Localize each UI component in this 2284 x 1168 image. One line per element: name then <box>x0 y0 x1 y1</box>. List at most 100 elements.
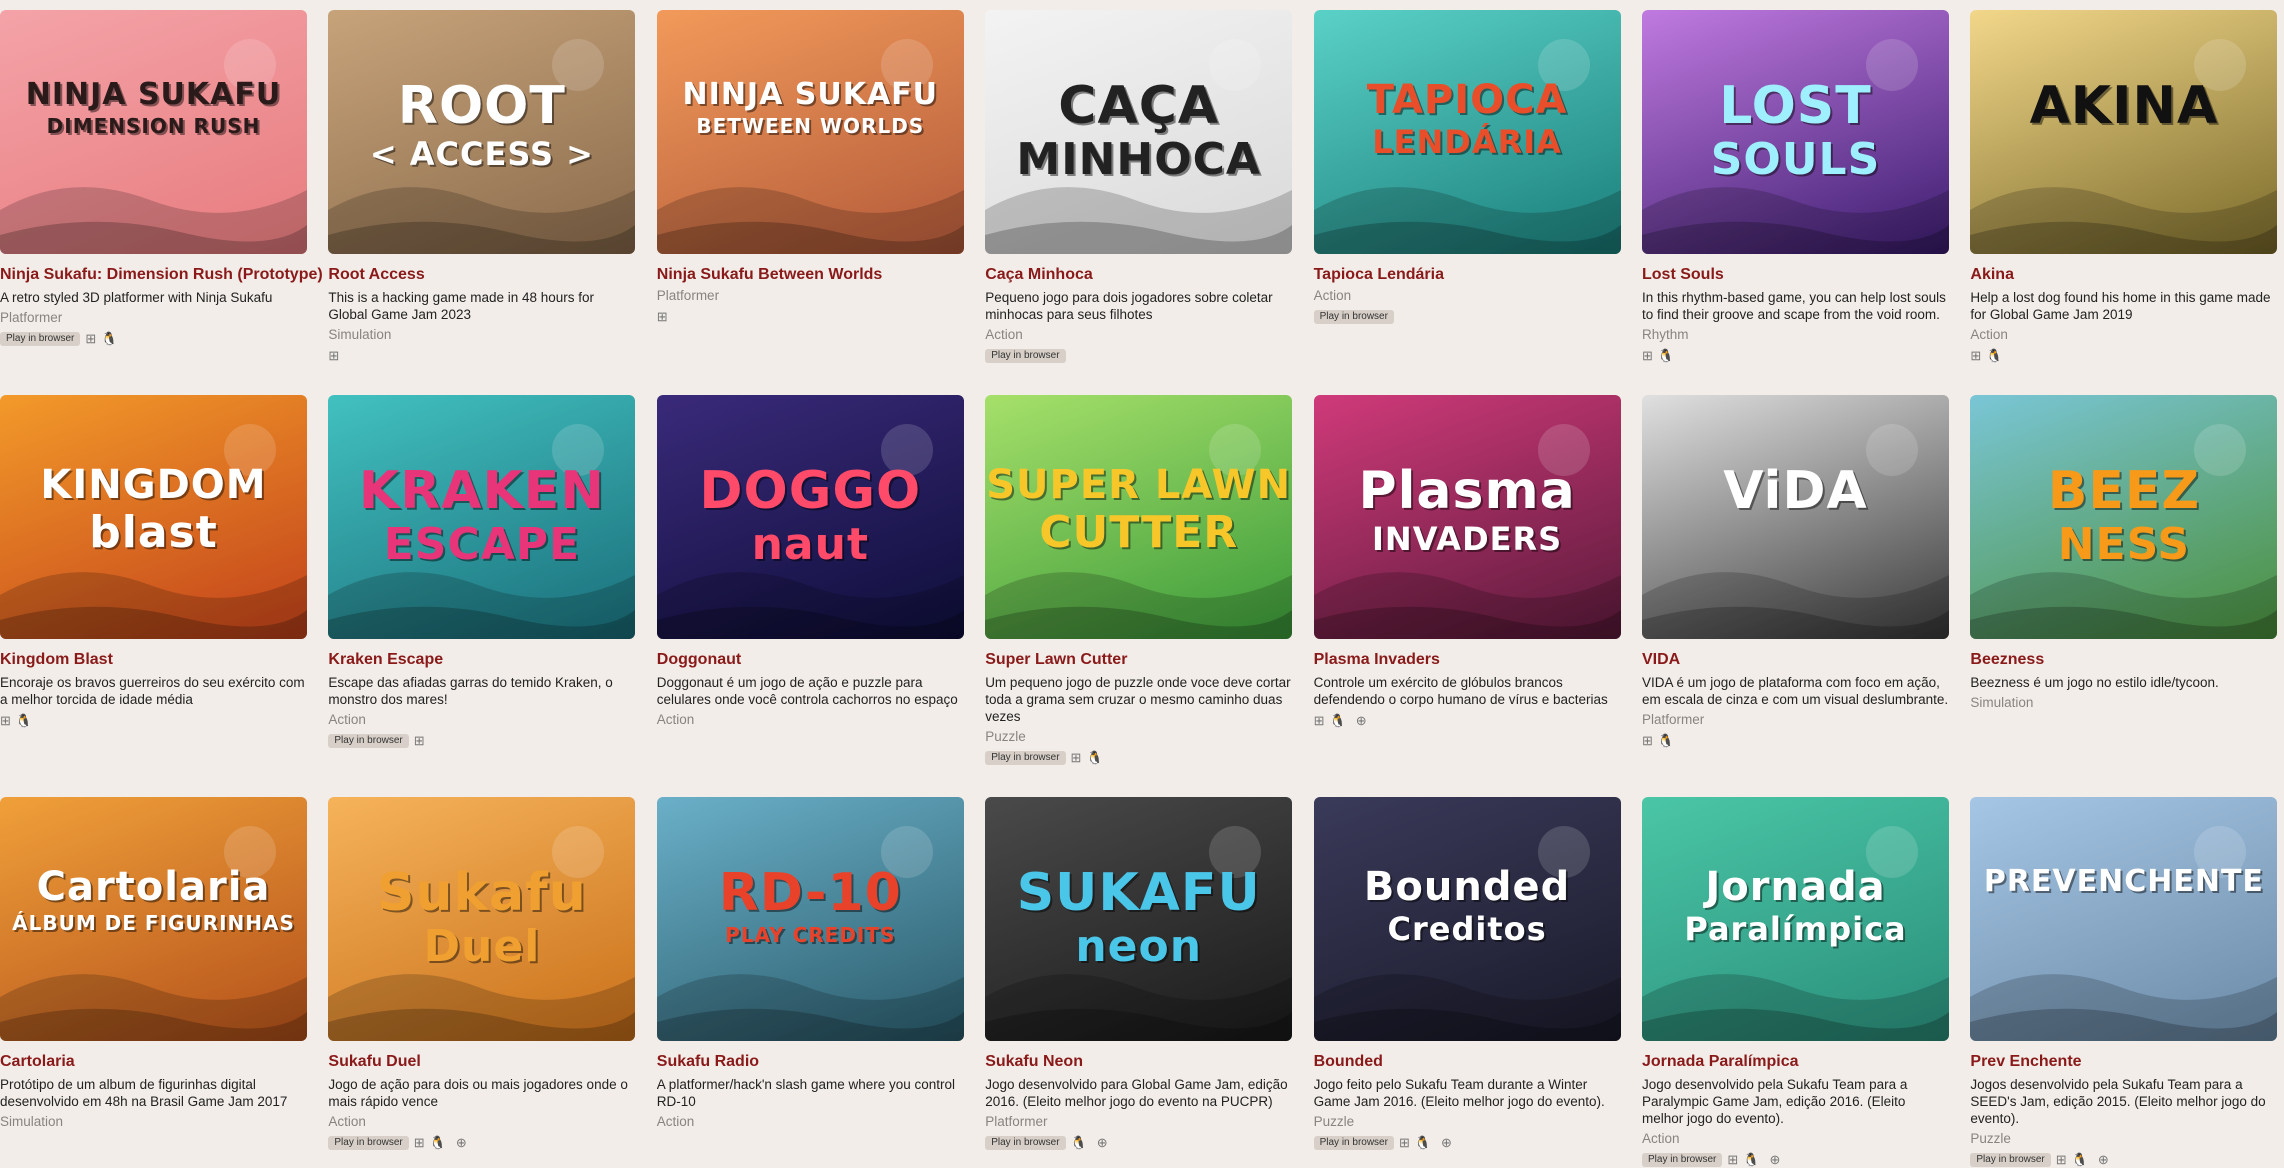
game-card[interactable]: Sukafu Duel Sukafu Duel Jogo de ação para d… <box>328 797 636 1151</box>
play-in-browser-badge[interactable]: Play in browser <box>328 734 409 748</box>
game-thumbnail[interactable]: ViDA <box>1642 395 1949 639</box>
cover-title-line-2: SOULS <box>1710 134 1881 185</box>
game-thumbnail[interactable]: KINGDOM blast <box>0 395 307 639</box>
game-description: Protótipo de um album de figurinhas digi… <box>0 1077 288 1109</box>
cover-title-line-2: BETWEEN WORLDS <box>696 114 925 138</box>
game-thumbnail[interactable]: Cartolaria ÁLBUM DE FIGURINHAS <box>0 797 307 1041</box>
game-thumbnail[interactable]: Plasma INVADERS <box>1313 395 1621 639</box>
game-thumbnail[interactable]: DOGGO naut <box>656 395 964 639</box>
game-thumbnail[interactable]: RD-10 PLAY CREDITS <box>656 797 964 1041</box>
game-thumbnail[interactable]: LOST SOULS <box>1642 10 1949 254</box>
game-genre: Action <box>328 1114 366 1129</box>
game-description: Doggonaut é um jogo de ação e puzzle par… <box>656 675 958 707</box>
game-card[interactable]: RD-10 PLAY CREDITS Sukafu Radio A platforme… <box>656 797 964 1130</box>
game-thumbnail[interactable]: NINJA SUKAFU BETWEEN WORLDS <box>656 10 964 254</box>
game-card[interactable]: Bounded Creditos Bounded Jogo feito pelo Su… <box>1313 797 1621 1151</box>
game-title-link[interactable]: Plasma Invaders <box>1314 651 1621 669</box>
platform-row: ⊞ <box>657 309 964 325</box>
play-in-browser-badge[interactable]: Play in browser <box>0 332 81 346</box>
game-card[interactable]: ViDA VIDA VIDA é um jogo de plataforma com… <box>1642 395 1949 749</box>
game-title-link[interactable]: VIDA <box>1642 651 1949 669</box>
game-thumbnail[interactable]: KRAKEN ESCAPE <box>328 395 636 639</box>
game-thumbnail[interactable]: Bounded Creditos <box>1313 797 1621 1041</box>
play-in-browser-badge[interactable]: Play in browser <box>1313 310 1394 324</box>
game-card[interactable]: Jornada Paralímpica Jornada Paralímpica Jog… <box>1642 797 1949 1168</box>
cover-title-line-1: LOST <box>1719 76 1872 136</box>
game-thumbnail[interactable]: BEEZ NESS <box>1970 395 2278 639</box>
windows-icon: ⊞ <box>413 1135 425 1150</box>
play-in-browser-badge[interactable]: Play in browser <box>1313 1136 1394 1150</box>
platform-row: Play in browser ⊞ 🐧 ⊕ <box>1313 1135 1621 1151</box>
game-card[interactable]: DOGGO naut Doggonaut Doggonaut é um jogo de… <box>656 395 964 728</box>
game-genre: Action <box>985 327 1023 342</box>
game-genre: Puzzle <box>985 729 1026 744</box>
game-thumbnail[interactable]: SUPER LAWN CUTTER <box>985 395 1293 639</box>
game-thumbnail[interactable]: Jornada Paralímpica <box>1642 797 1949 1041</box>
game-thumbnail[interactable]: SUKAFU neon <box>985 797 1293 1041</box>
cover-title-line-2: PLAY CREDITS <box>725 923 896 947</box>
game-thumbnail[interactable]: ROOT < ACCESS > <box>328 10 636 254</box>
game-thumbnail[interactable]: CAÇA MINHOCA <box>985 10 1293 254</box>
game-card[interactable]: AKINA Akina Help a lost dog found his home… <box>1970 10 2278 364</box>
game-title-link[interactable]: Ninja Sukafu Between Worlds <box>657 266 964 284</box>
game-title-link[interactable]: Lost Souls <box>1642 266 1949 284</box>
game-description: A platformer/hack'n slash game where you… <box>656 1077 956 1109</box>
play-in-browser-badge[interactable]: Play in browser <box>1970 1153 2051 1167</box>
game-title-link[interactable]: Sukafu Neon <box>985 1053 1292 1071</box>
platform-row: ⊞ 🐧 ⊕ <box>1314 713 1621 729</box>
game-title-link[interactable]: Root Access <box>328 266 635 284</box>
game-description: A retro styled 3D platformer with Ninja … <box>0 290 273 305</box>
game-title-link[interactable]: Kraken Escape <box>328 651 635 669</box>
game-card[interactable]: Plasma INVADERS Plasma Invaders Controle um… <box>1313 395 1621 729</box>
game-title-link[interactable]: Sukafu Radio <box>657 1053 964 1071</box>
game-card[interactable]: NINJA SUKAFU DIMENSION RUSH Ninja Sukafu: … <box>0 10 323 347</box>
game-card[interactable]: KRAKEN ESCAPE Kraken Escape Escape das afia… <box>328 395 636 749</box>
game-title-link[interactable]: Caça Minhoca <box>985 266 1292 284</box>
game-thumbnail[interactable]: PREVENCHENTE <box>1970 797 2278 1041</box>
game-card[interactable]: CAÇA MINHOCA Caça Minhoca Pequeno jogo para… <box>985 10 1293 364</box>
game-thumbnail[interactable]: NINJA SUKAFU DIMENSION RUSH <box>0 10 307 254</box>
game-card[interactable]: LOST SOULS Lost Souls In this rhythm-based … <box>1642 10 1949 364</box>
game-card[interactable]: KINGDOM blast Kingdom Blast Encoraje os bra… <box>0 395 307 729</box>
game-title-link[interactable]: Bounded <box>1314 1053 1621 1071</box>
linux-icon: 🐧 <box>1414 1135 1432 1150</box>
game-description: Jogos desenvolvido pela Sukafu Team para… <box>1970 1077 2266 1126</box>
play-in-browser-badge[interactable]: Play in browser <box>328 1136 409 1150</box>
game-title-link[interactable]: Prev Enchente <box>1970 1053 2277 1071</box>
game-thumbnail[interactable]: TAPIOCA LENDÁRIA <box>1313 10 1621 254</box>
game-genre: Action <box>328 712 366 727</box>
game-card[interactable]: PREVENCHENTE Prev Enchente Jogos desenvolv… <box>1970 797 2278 1168</box>
game-thumbnail[interactable]: AKINA <box>1970 10 2278 254</box>
play-in-browser-badge[interactable]: Play in browser <box>985 751 1066 765</box>
game-card[interactable]: TAPIOCA LENDÁRIA Tapioca Lendária Action Pla… <box>1313 10 1621 325</box>
game-description: In this rhythm-based game, you can help … <box>1642 290 1946 322</box>
play-in-browser-badge[interactable]: Play in browser <box>985 349 1066 363</box>
game-card[interactable]: SUPER LAWN CUTTER Super Lawn Cutter Um pequ… <box>985 395 1293 766</box>
cover-title-line-1: CAÇA <box>1058 76 1220 136</box>
game-title-link[interactable]: Cartolaria <box>0 1053 307 1071</box>
cover-title-line-1: BEEZ <box>2047 461 2201 521</box>
game-title-link[interactable]: Doggonaut <box>657 651 964 669</box>
game-card[interactable]: ROOT < ACCESS > Root Access This is a hacki… <box>328 10 636 364</box>
platform-row: Play in browser ⊞ 🐧 <box>0 331 307 347</box>
game-thumbnail[interactable]: Sukafu Duel <box>328 797 636 1041</box>
cover-title: ROOT < ACCESS > <box>328 80 635 170</box>
game-card[interactable]: NINJA SUKAFU BETWEEN WORLDS Ninja Sukafu B… <box>656 10 964 325</box>
game-card[interactable]: Cartolaria ÁLBUM DE FIGURINHAS Cartolaria P… <box>0 797 307 1130</box>
game-title-link[interactable]: Ninja Sukafu: Dimension Rush (Prototype) <box>0 266 323 284</box>
game-title-link[interactable]: Kingdom Blast <box>0 651 307 669</box>
windows-icon: ⊞ <box>0 713 11 728</box>
game-card[interactable]: SUKAFU neon Sukafu Neon Jogo desenvolvido p… <box>985 797 1293 1151</box>
platform-row: ⊞ 🐧 <box>1970 348 2277 364</box>
game-title-link[interactable]: Akina <box>1970 266 2277 284</box>
game-card[interactable]: BEEZ NESS Beezness Beezness é um jogo no es… <box>1970 395 2278 711</box>
game-title-link[interactable]: Sukafu Duel <box>328 1053 635 1071</box>
cover-title-line-1: ViDA <box>1723 461 1868 521</box>
game-title-link[interactable]: Jornada Paralímpica <box>1642 1053 1949 1071</box>
game-title-link[interactable]: Beezness <box>1970 651 2277 669</box>
game-title-link[interactable]: Tapioca Lendária <box>1314 266 1621 284</box>
game-title-link[interactable]: Super Lawn Cutter <box>985 651 1292 669</box>
cover-title-line-1: KRAKEN <box>358 461 605 521</box>
play-in-browser-badge[interactable]: Play in browser <box>985 1136 1066 1150</box>
play-in-browser-badge[interactable]: Play in browser <box>1642 1153 1723 1167</box>
